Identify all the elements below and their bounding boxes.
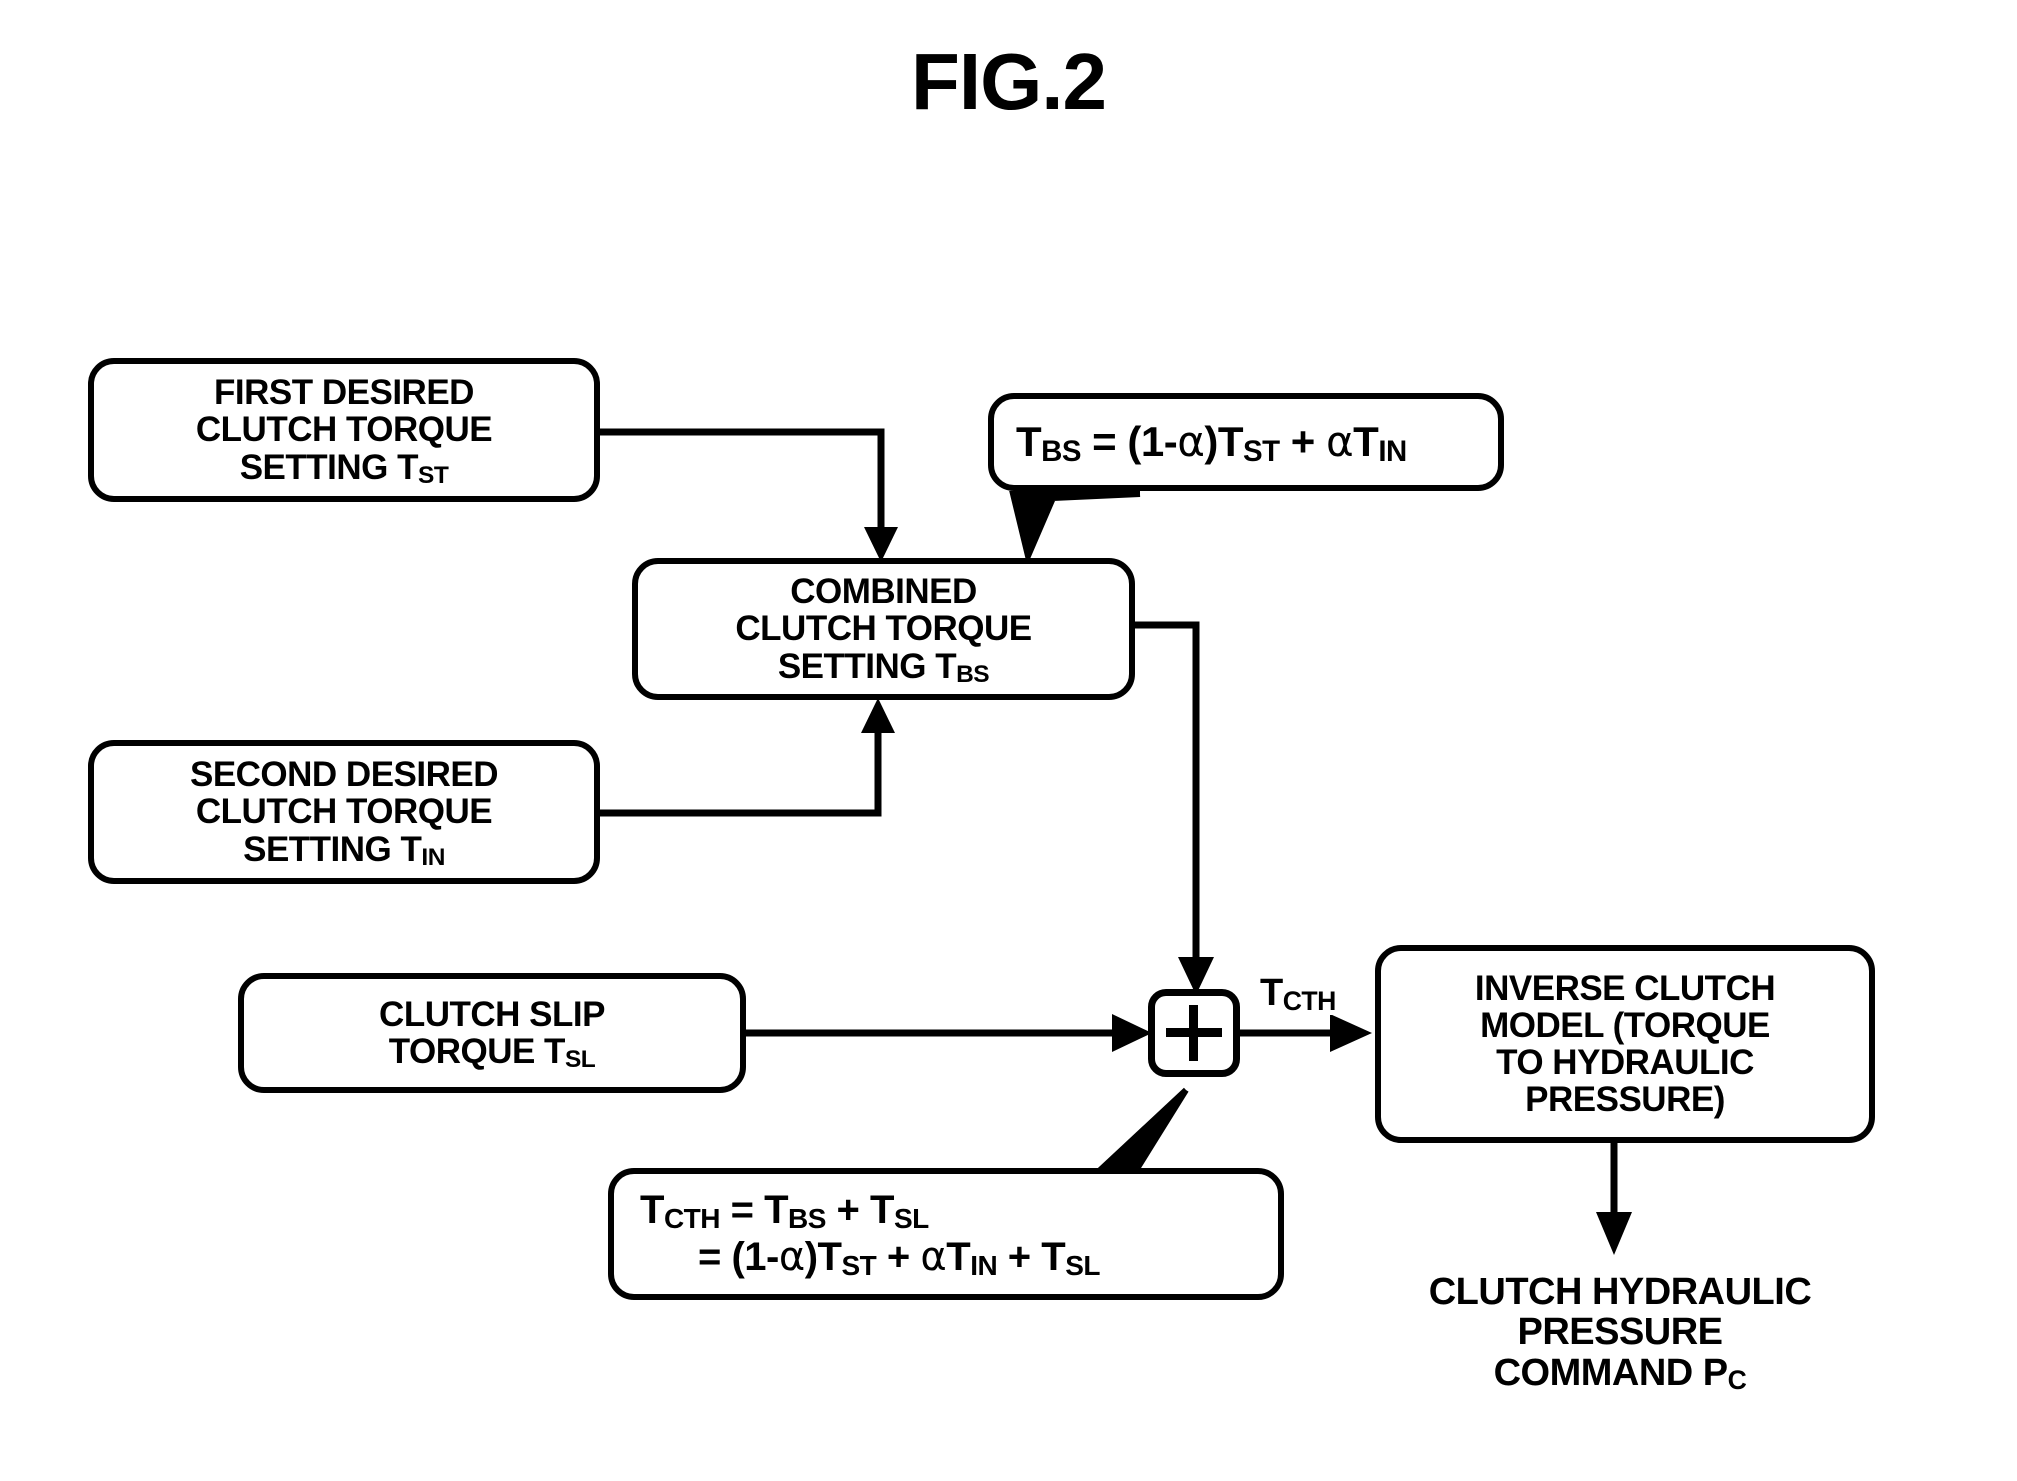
wire-first-to-combined — [600, 428, 898, 562]
block-second-desired-line1: SECOND DESIRED — [189, 755, 499, 795]
plus-icon — [1166, 1005, 1222, 1061]
block-first-desired-line3: SETTING TST — [239, 447, 449, 489]
summing-junction[interactable] — [1148, 989, 1240, 1077]
block-combined-line1: COMBINED — [790, 572, 977, 612]
edge-label-tcth: TCTH — [1258, 972, 1338, 1016]
block-second-desired-line3: SETTING TIN — [243, 829, 445, 871]
wire-second-to-combined — [600, 698, 895, 817]
block-first-desired-line1: FIRST DESIRED — [214, 373, 474, 413]
block-first-desired-line2: CLUTCH TORQUE — [195, 410, 493, 450]
block-combined-clutch-torque[interactable]: COMBINED CLUTCH TORQUE SETTING TBS — [632, 558, 1135, 700]
patent-figure-canvas: FIG.2 FIRST DESIRED CLUTCH TORQUE SETTIN… — [0, 0, 2017, 1481]
block-inverse-model-line1: INVERSE CLUTCH — [1474, 968, 1776, 1008]
wire-combined-to-sum — [1135, 621, 1214, 995]
block-inverse-model-line2: MODEL (TORQUE — [1480, 1005, 1770, 1045]
wire-sum-to-inverse-model — [1240, 1014, 1372, 1052]
callout-tcth-formula-line1: TCTH = TBS + TSL — [640, 1187, 929, 1234]
block-first-desired-clutch-torque[interactable]: FIRST DESIRED CLUTCH TORQUE SETTING TST — [88, 358, 600, 502]
block-combined-line2: CLUTCH TORQUE — [735, 609, 1032, 649]
block-clutch-slip-line2: TORQUE TSL — [388, 1032, 596, 1074]
block-clutch-slip-torque[interactable]: CLUTCH SLIP TORQUE TSL — [238, 973, 746, 1093]
callout-tcth-formula[interactable]: TCTH = TBS + TSL = (1-α)TST + αTIN + TSL — [608, 1168, 1284, 1300]
wire-slip-to-sum — [745, 1014, 1152, 1052]
block-second-desired-clutch-torque[interactable]: SECOND DESIRED CLUTCH TORQUE SETTING TIN — [88, 740, 600, 884]
callout-tail-tcth — [1090, 1087, 1189, 1175]
output-line3: COMMAND PC — [1493, 1351, 1747, 1396]
output-line1: CLUTCH HYDRAULIC — [1428, 1271, 1812, 1313]
output-line2: PRESSURE — [1517, 1311, 1723, 1354]
block-inverse-model-line3: TO HYDRAULIC — [1496, 1043, 1754, 1082]
callout-tbs-formula-text: TBS = (1-α)TST + αTIN — [1016, 417, 1407, 469]
block-second-desired-line2: CLUTCH TORQUE — [195, 792, 493, 832]
callout-tail-tbs — [1009, 491, 1141, 566]
block-clutch-slip-line1: CLUTCH SLIP — [379, 994, 605, 1034]
output-clutch-hydraulic-pressure-command: CLUTCH HYDRAULIC PRESSURE COMMAND PC — [1340, 1271, 1900, 1396]
wire-inverse-model-to-output — [1596, 1140, 1632, 1255]
callout-tcth-formula-text: TCTH = TBS + TSL = (1-α)TST + αTIN + TSL — [640, 1187, 1100, 1281]
block-inverse-model-line4: PRESSURE) — [1525, 1080, 1725, 1120]
block-combined-line3: SETTING TBS — [777, 646, 990, 688]
callout-tbs-formula[interactable]: TBS = (1-α)TST + αTIN — [988, 393, 1504, 491]
block-inverse-clutch-model[interactable]: INVERSE CLUTCH MODEL (TORQUE TO HYDRAULI… — [1375, 945, 1875, 1143]
callout-tcth-formula-line2: = (1-α)TST + αTIN + TSL — [698, 1234, 1100, 1281]
